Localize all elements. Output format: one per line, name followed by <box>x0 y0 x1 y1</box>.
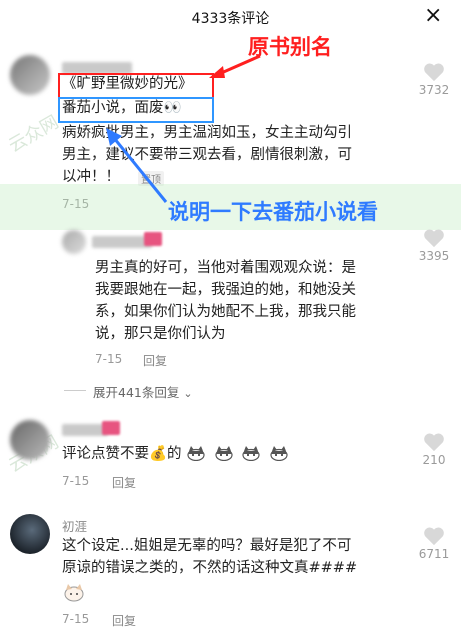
avatar[interactable] <box>62 230 86 254</box>
comment-text: 评论点赞不要💰的 <box>62 444 292 464</box>
avatar[interactable] <box>10 55 50 95</box>
comment-date: 7-15 <box>62 474 90 488</box>
like-button[interactable]: 210 <box>414 432 454 467</box>
like-button[interactable]: 3732 <box>414 62 454 97</box>
like-button[interactable]: 6711 <box>414 526 454 561</box>
heart-icon <box>424 63 444 82</box>
like-count: 210 <box>422 453 446 467</box>
comment-text-line: 男主真的好可，当他对着围观观众说：是 <box>95 260 356 276</box>
reply-button[interactable]: 回复 <box>112 474 136 491</box>
comment-text-line: 这个设定...姐姐是无辜的吗？最好是犯了不可 <box>62 538 352 554</box>
comment-text-line: 番茄小说，面废👀 <box>62 100 182 116</box>
avatar[interactable] <box>10 420 50 460</box>
username-blurred[interactable] <box>92 236 152 248</box>
red-arrow-icon <box>209 54 261 78</box>
cat-emoji-icon <box>215 446 233 461</box>
comment-date: 7-15 <box>95 352 123 366</box>
username[interactable]: 初涯 <box>62 516 87 535</box>
comment-text-line: 说，那只是你们认为 <box>95 326 226 342</box>
comment-text-line: 我要跟她在一起，我强迫的她，和她没关 <box>95 282 356 298</box>
reply-button[interactable]: 回复 <box>143 352 167 369</box>
comments-header-title: 4333条评论 <box>191 11 270 27</box>
heart-icon <box>424 433 444 452</box>
annotation-read-on-fanqie-label: 说明一下去番茄小说看 <box>168 200 378 224</box>
user-badge <box>102 421 120 435</box>
comment-text-line: 系，如果你们认为她配不上我，那我只能 <box>95 304 356 320</box>
reply-button[interactable]: 回复 <box>112 612 136 629</box>
cat-emoji-icon <box>270 446 288 461</box>
comment-date: 7-15 <box>62 612 90 626</box>
avatar[interactable] <box>10 514 50 554</box>
close-icon[interactable]: × <box>424 4 442 28</box>
cat-emoji-icon <box>187 446 205 461</box>
blue-arrow-icon <box>106 128 168 203</box>
like-count: 6711 <box>418 547 450 561</box>
cat-emoji-icon <box>64 584 84 602</box>
like-button[interactable]: 3395 <box>414 228 454 263</box>
comment-text-line: 原谅的错误之类的，不然的话这种文真#### <box>62 560 358 576</box>
comment-text-line: 《旷野里微妙的光》 <box>62 76 193 92</box>
expand-replies-label: 展开441条回复 <box>93 385 180 400</box>
comment-text-content: 评论点赞不要💰的 <box>62 446 182 462</box>
expand-replies-button[interactable]: 展开441条回复 ⌄ <box>93 382 193 401</box>
watermark: 云众网 <box>5 111 63 157</box>
cat-emoji-icon <box>242 446 260 461</box>
chevron-down-icon: ⌄ <box>183 387 193 400</box>
like-count: 3732 <box>418 83 450 97</box>
like-count: 3395 <box>418 249 450 263</box>
divider <box>64 390 86 391</box>
heart-icon <box>424 527 444 546</box>
user-badge <box>144 232 162 246</box>
heart-icon <box>424 229 444 248</box>
